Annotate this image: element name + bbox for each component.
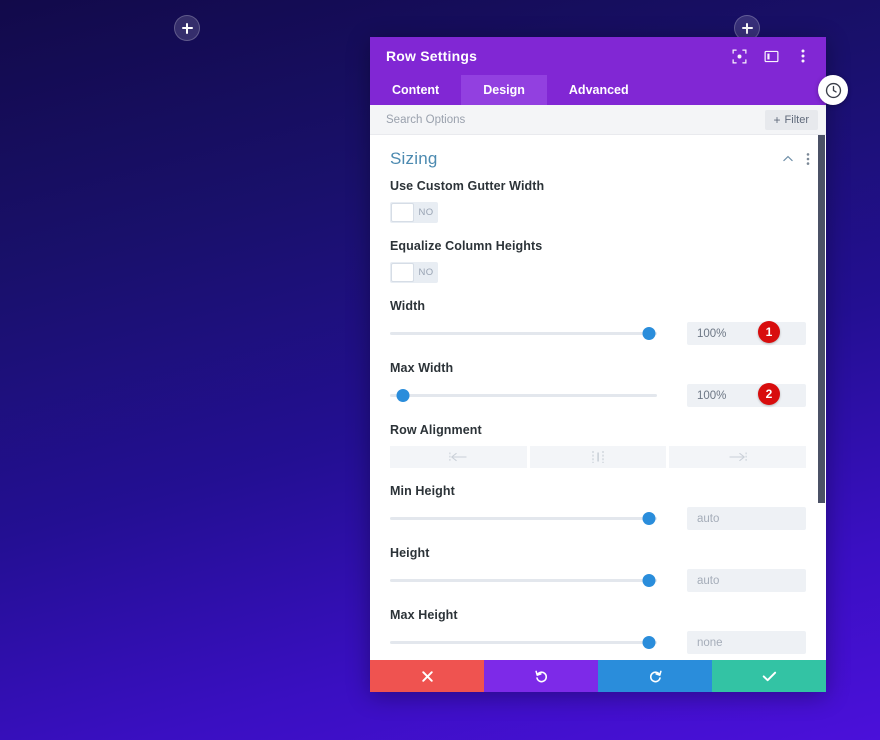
row-settings-modal: Row Settings Content Design Advanced Sea… bbox=[370, 37, 826, 692]
align-right-button[interactable] bbox=[669, 446, 807, 468]
field-equalize-column-heights: Equalize Column Heights NO bbox=[370, 239, 826, 283]
section-more-options-icon[interactable] bbox=[806, 152, 810, 166]
save-button[interactable] bbox=[712, 660, 826, 692]
align-center-icon bbox=[592, 451, 604, 463]
slider-track bbox=[390, 332, 657, 335]
align-center-button[interactable] bbox=[529, 446, 667, 468]
page-title: Row Settings bbox=[386, 48, 478, 64]
more-options-icon[interactable] bbox=[794, 47, 812, 65]
min-height-slider-row: auto bbox=[390, 507, 806, 530]
settings-scroll-area: Sizing Use Custom Gutter Width NO Equali… bbox=[370, 135, 826, 660]
max-width-slider-row: 100% bbox=[390, 384, 806, 407]
align-left-button[interactable] bbox=[390, 446, 527, 468]
field-gutter-width: Use Custom Gutter Width NO bbox=[370, 179, 826, 223]
field-label: Max Height bbox=[390, 608, 458, 622]
gutter-width-toggle[interactable]: NO bbox=[390, 202, 438, 223]
toggle-knob bbox=[391, 203, 414, 222]
history-button[interactable] bbox=[818, 75, 848, 105]
field-label: Max Width bbox=[390, 361, 454, 375]
redo-icon bbox=[649, 670, 662, 682]
field-label: Width bbox=[390, 299, 426, 313]
tab-design[interactable]: Design bbox=[461, 75, 547, 105]
cancel-button[interactable] bbox=[370, 660, 484, 692]
history-icon bbox=[825, 82, 841, 98]
field-max-height: Max Height none bbox=[370, 608, 826, 654]
chevron-up-icon[interactable] bbox=[782, 153, 794, 165]
settings-content: Sizing Use Custom Gutter Width NO Equali… bbox=[370, 135, 826, 660]
slider-thumb[interactable] bbox=[642, 327, 656, 340]
tab-bar: Content Design Advanced bbox=[370, 75, 826, 105]
max-width-value-field[interactable]: 100% bbox=[687, 384, 806, 407]
expand-icon[interactable] bbox=[730, 47, 748, 65]
filter-label: Filter bbox=[784, 113, 809, 126]
slider-track bbox=[390, 641, 657, 644]
add-section-left-button[interactable] bbox=[174, 15, 200, 41]
redo-button[interactable] bbox=[598, 660, 712, 692]
width-slider-row: 100% bbox=[390, 322, 806, 345]
field-label: Equalize Column Heights bbox=[390, 239, 543, 253]
max-height-slider[interactable] bbox=[390, 633, 657, 653]
max-height-value-field[interactable]: none bbox=[687, 631, 806, 654]
height-slider-row: auto bbox=[390, 569, 806, 592]
arrow-left-icon bbox=[449, 452, 467, 462]
slider-thumb[interactable] bbox=[396, 389, 410, 402]
height-slider[interactable] bbox=[390, 571, 657, 591]
plus-icon-vertical bbox=[746, 22, 748, 34]
width-value-field[interactable]: 100% bbox=[687, 322, 806, 345]
check-icon bbox=[762, 671, 776, 681]
width-slider[interactable] bbox=[390, 324, 657, 344]
arrow-right-icon bbox=[729, 452, 747, 462]
annotation-badge-2: 2 bbox=[758, 383, 780, 405]
undo-icon bbox=[534, 670, 547, 682]
slider-thumb[interactable] bbox=[642, 636, 656, 649]
slider-thumb[interactable] bbox=[642, 512, 656, 525]
max-width-value: 100% bbox=[697, 389, 727, 402]
search-bar: + Filter bbox=[370, 105, 826, 135]
field-label: Row Alignment bbox=[390, 423, 482, 437]
max-width-slider[interactable] bbox=[390, 386, 657, 406]
width-value: 100% bbox=[697, 327, 727, 340]
slider-track bbox=[390, 517, 657, 520]
row-alignment-group bbox=[390, 446, 807, 468]
field-row-alignment: Row Alignment bbox=[370, 423, 826, 468]
equalize-column-heights-toggle[interactable]: NO bbox=[390, 262, 438, 283]
layout-toggle-icon[interactable] bbox=[762, 47, 780, 65]
modal-footer bbox=[370, 660, 826, 692]
field-label: Height bbox=[390, 546, 430, 560]
section-title-sizing: Sizing bbox=[390, 149, 438, 168]
field-max-width: Max Width 100% 2 bbox=[370, 361, 826, 407]
tab-advanced[interactable]: Advanced bbox=[547, 75, 651, 105]
max-height-value: none bbox=[697, 636, 723, 649]
toggle-value: NO bbox=[418, 207, 434, 218]
min-height-value-field[interactable]: auto bbox=[687, 507, 806, 530]
tab-content[interactable]: Content bbox=[370, 75, 461, 105]
search-input[interactable] bbox=[386, 113, 765, 126]
min-height-value: auto bbox=[697, 512, 720, 525]
min-height-slider[interactable] bbox=[390, 509, 657, 529]
modal-header: Row Settings bbox=[370, 37, 826, 75]
close-icon bbox=[421, 670, 433, 682]
slider-track bbox=[390, 579, 657, 582]
height-value: auto bbox=[697, 574, 720, 587]
annotation-badge-1: 1 bbox=[758, 321, 780, 343]
height-value-field[interactable]: auto bbox=[687, 569, 806, 592]
filter-button[interactable]: + Filter bbox=[764, 109, 818, 130]
slider-thumb[interactable] bbox=[642, 574, 656, 587]
field-min-height: Min Height auto bbox=[370, 484, 826, 530]
undo-button[interactable] bbox=[484, 660, 598, 692]
plus-icon-vertical bbox=[186, 22, 188, 34]
slider-track bbox=[390, 394, 657, 397]
field-height: Height auto bbox=[370, 546, 826, 592]
section-header-sizing[interactable]: Sizing bbox=[370, 135, 826, 179]
header-icon-group bbox=[730, 47, 812, 65]
vertical-scrollbar[interactable] bbox=[816, 135, 826, 660]
field-width: Width 100% 1 bbox=[370, 299, 826, 345]
plus-icon: + bbox=[773, 112, 781, 127]
scrollbar-thumb[interactable] bbox=[818, 135, 825, 503]
max-height-slider-row: none bbox=[390, 631, 806, 654]
toggle-knob bbox=[391, 263, 414, 282]
field-label: Min Height bbox=[390, 484, 455, 498]
field-label: Use Custom Gutter Width bbox=[390, 179, 545, 193]
toggle-value: NO bbox=[418, 267, 434, 278]
